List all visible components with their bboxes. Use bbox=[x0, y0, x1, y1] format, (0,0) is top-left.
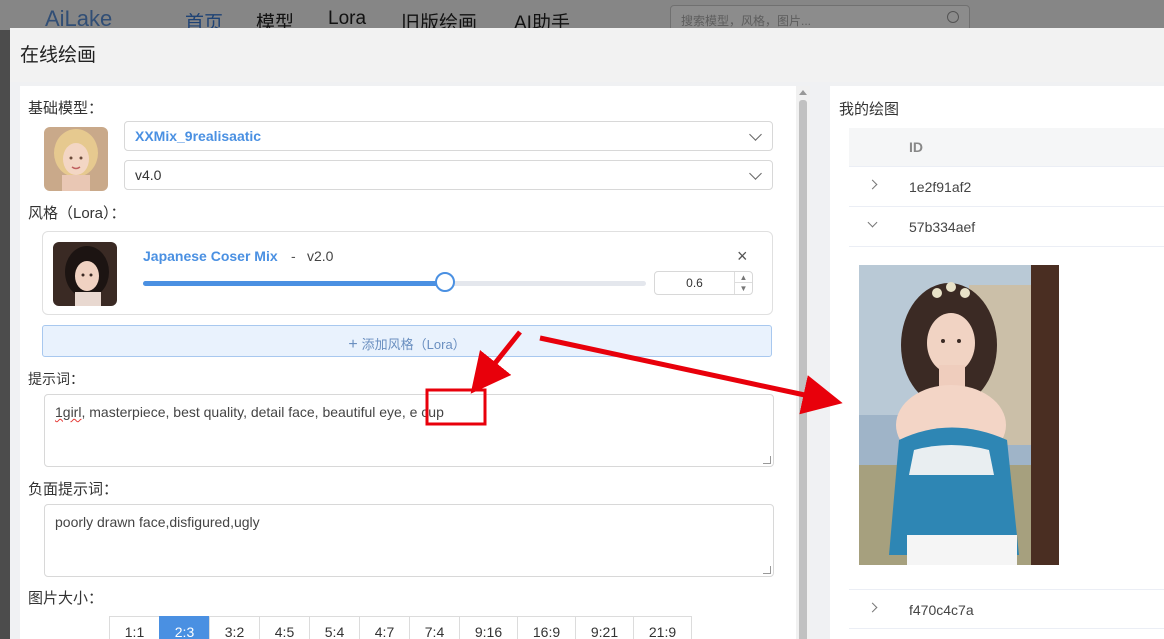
table-header: ID bbox=[849, 128, 1164, 167]
aspect-ratio-option[interactable]: 9:16 bbox=[459, 616, 518, 639]
image-size-label: 图片大小： bbox=[28, 590, 104, 607]
dialog-body: 基础模型： XXMix_9realisaatic v4.0 风格（Lora）： … bbox=[10, 82, 1164, 639]
lora-label: 风格（Lora）： bbox=[28, 205, 126, 222]
stepper-up-icon[interactable]: ▲ bbox=[734, 272, 752, 283]
model-select-value: XXMix_9realisaatic bbox=[135, 128, 262, 144]
add-lora-button[interactable]: + 添加风格（Lora） bbox=[42, 325, 772, 357]
row-id: f470c4c7a bbox=[909, 602, 974, 618]
close-icon[interactable]: × bbox=[737, 246, 748, 267]
aspect-ratio-option[interactable]: 16:9 bbox=[517, 616, 576, 639]
model-version-select[interactable]: v4.0 bbox=[124, 160, 773, 190]
plus-icon: + bbox=[348, 336, 358, 353]
resize-handle[interactable] bbox=[763, 456, 771, 464]
resize-handle[interactable] bbox=[763, 566, 771, 574]
model-select[interactable]: XXMix_9realisaatic bbox=[124, 121, 773, 151]
prompt-textarea[interactable]: 1girl, masterpiece, best quality, detail… bbox=[44, 394, 774, 467]
slider-fill bbox=[143, 281, 445, 286]
table-row[interactable]: 57b334aef bbox=[849, 207, 1164, 247]
chevron-down-icon[interactable] bbox=[867, 217, 878, 228]
my-drawings-title: 我的绘图 bbox=[839, 101, 900, 118]
scrollbar-thumb[interactable] bbox=[799, 100, 807, 639]
lora-weight-slider[interactable] bbox=[143, 281, 646, 286]
my-drawings-panel: 我的绘图 ID 1e2f91af2 57b334aef f470c4c7a bbox=[830, 86, 1164, 639]
aspect-ratio-option[interactable]: 4:7 bbox=[359, 616, 410, 639]
lora-version: v2.0 bbox=[307, 248, 334, 264]
lora-card: Japanese Coser Mix - v2.0 × 0.6 ▲ ▼ bbox=[42, 231, 773, 315]
chevron-right-icon[interactable] bbox=[867, 602, 878, 613]
negative-prompt-textarea[interactable]: poorly drawn face,disfigured,ugly bbox=[44, 504, 774, 577]
lora-name[interactable]: Japanese Coser Mix bbox=[143, 248, 278, 264]
lora-thumbnail bbox=[53, 242, 117, 306]
prompt-misspelled-word: 1girl bbox=[55, 404, 82, 420]
chevron-right-icon[interactable] bbox=[867, 179, 878, 190]
aspect-ratio-option[interactable]: 21:9 bbox=[633, 616, 692, 639]
aspect-ratio-option[interactable]: 9:21 bbox=[575, 616, 634, 639]
aspect-ratio-option[interactable]: 7:4 bbox=[409, 616, 460, 639]
add-lora-label: 添加风格（Lora） bbox=[361, 337, 466, 352]
stepper-down-icon[interactable]: ▼ bbox=[734, 283, 752, 294]
base-model-thumbnail bbox=[44, 127, 108, 191]
lora-separator: - bbox=[291, 248, 296, 264]
aspect-ratio-group: 1:1 2:3 3:2 4:5 5:4 4:7 7:4 9:16 16:9 9:21 21:9 bbox=[109, 616, 692, 639]
aspect-ratio-option[interactable]: 3:2 bbox=[209, 616, 260, 639]
negative-prompt-label: 负面提示词： bbox=[28, 481, 119, 498]
model-version-value: v4.0 bbox=[135, 167, 162, 183]
aspect-ratio-option[interactable]: 5:4 bbox=[309, 616, 360, 639]
aspect-ratio-option[interactable]: 4:5 bbox=[259, 616, 310, 639]
row-id: 57b334aef bbox=[909, 219, 976, 235]
scrollbar[interactable] bbox=[796, 86, 810, 639]
prompt-text: , masterpiece, best quality, detail face… bbox=[81, 404, 444, 420]
aspect-ratio-option[interactable]: 2:3 bbox=[159, 616, 210, 639]
generated-image[interactable] bbox=[859, 265, 1059, 565]
aspect-ratio-option[interactable]: 1:1 bbox=[109, 616, 160, 639]
online-drawing-dialog: 在线绘画 基础模型： XXMix_9realisaatic v4.0 风格（Lo… bbox=[10, 28, 1164, 639]
drawing-form: 基础模型： XXMix_9realisaatic v4.0 风格（Lora）： … bbox=[20, 86, 796, 639]
lora-weight-input[interactable]: 0.6 ▲ ▼ bbox=[654, 271, 753, 295]
scroll-up-icon[interactable] bbox=[799, 90, 807, 95]
base-model-label: 基础模型： bbox=[28, 100, 104, 117]
lora-weight-value: 0.6 bbox=[686, 276, 703, 290]
chevron-down-icon bbox=[749, 128, 762, 141]
negative-prompt-text: poorly drawn face,disfigured,ugly bbox=[55, 514, 260, 530]
chevron-down-icon bbox=[749, 167, 762, 180]
dialog-header: 在线绘画 bbox=[10, 28, 1164, 82]
table-row[interactable]: f470c4c7a bbox=[849, 589, 1164, 629]
table-row[interactable]: 1e2f91af2 bbox=[849, 167, 1164, 207]
column-id: ID bbox=[909, 139, 923, 155]
row-id: 1e2f91af2 bbox=[909, 179, 972, 195]
dialog-title: 在线绘画 bbox=[20, 45, 97, 66]
slider-handle[interactable] bbox=[434, 272, 455, 292]
prompt-label: 提示词： bbox=[28, 371, 84, 387]
